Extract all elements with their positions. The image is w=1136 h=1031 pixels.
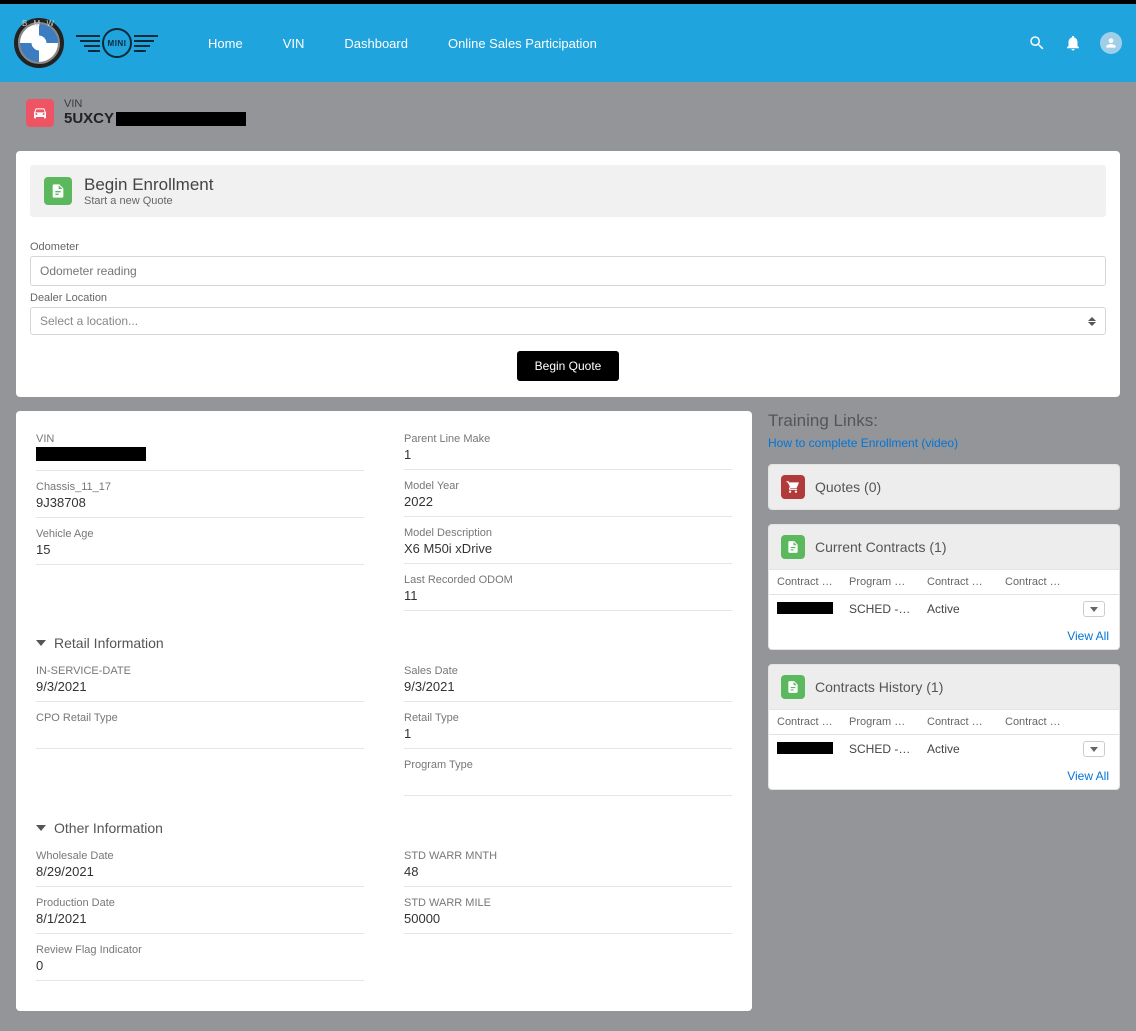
table-row[interactable]: SCHED - 36 ... Active <box>769 595 1119 623</box>
training-link[interactable]: How to complete Enrollment (video) <box>768 436 958 450</box>
search-icon[interactable] <box>1028 34 1046 52</box>
field-label: Production Date <box>36 897 364 909</box>
field-value: 1 <box>404 726 732 742</box>
retail-section-toggle[interactable]: Retail Information <box>36 635 732 651</box>
training-title: Training Links: <box>768 411 1120 431</box>
form-icon <box>44 177 72 205</box>
table-row[interactable]: SCHED - 36 ... Active <box>769 735 1119 763</box>
field-value: 9/3/2021 <box>404 679 732 695</box>
header: MINI Home VIN Dashboard Online Sales Par… <box>0 4 1136 82</box>
field-value: 0 <box>36 958 364 974</box>
dealer-location-placeholder: Select a location... <box>40 314 138 328</box>
field-value: 9/3/2021 <box>36 679 364 695</box>
odometer-label: Odometer <box>30 241 1106 253</box>
cell-value: Active <box>919 736 997 762</box>
vin-label: VIN <box>64 98 246 110</box>
vehicle-info-panel: VIN Chassis_11_17 9J38708 Vehicle Age 15 P… <box>16 411 752 1011</box>
field-value <box>36 726 364 742</box>
field-label: Review Flag Indicator <box>36 944 364 956</box>
field-value: 9J38708 <box>36 495 364 511</box>
vin-redacted <box>116 112 246 126</box>
user-avatar-icon[interactable] <box>1100 32 1122 54</box>
side-column: Training Links: How to complete Enrollme… <box>768 411 1120 790</box>
field-label: VIN <box>36 433 364 445</box>
vin-value: 5UXCY <box>64 110 246 127</box>
view-all-link[interactable]: View All <box>1067 769 1109 783</box>
odometer-input[interactable] <box>30 256 1106 286</box>
chevron-down-icon <box>1090 607 1098 612</box>
row-menu-button[interactable] <box>1083 601 1105 617</box>
bmw-logo-icon <box>14 18 64 68</box>
cart-icon <box>781 475 805 499</box>
contracts-history-title: Contracts History (1) <box>815 679 943 695</box>
field-label: Chassis_11_17 <box>36 481 364 493</box>
cell-value: SCHED - 36 ... <box>841 596 919 622</box>
field-value: X6 M50i xDrive <box>404 541 732 557</box>
vin-strip: VIN 5UXCY <box>0 82 1136 137</box>
field-value: 15 <box>36 542 364 558</box>
enrollment-subtitle: Start a new Quote <box>84 195 213 207</box>
document-icon <box>781 675 805 699</box>
field-label: IN-SERVICE-DATE <box>36 665 364 677</box>
field-label: Parent Line Make <box>404 433 732 445</box>
contract-number-redacted <box>777 602 833 614</box>
document-icon <box>781 535 805 559</box>
car-icon <box>26 99 54 127</box>
main-nav: Home VIN Dashboard Online Sales Particip… <box>208 36 597 51</box>
chevron-down-icon <box>36 640 46 646</box>
dealer-location-select[interactable]: Select a location... <box>30 307 1106 335</box>
cell-value: SCHED - 36 ... <box>841 736 919 762</box>
quotes-card: Quotes (0) <box>768 464 1120 510</box>
bell-icon[interactable] <box>1064 34 1082 52</box>
quotes-title: Quotes (0) <box>815 479 881 495</box>
field-value: 8/29/2021 <box>36 864 364 880</box>
enrollment-title: Begin Enrollment <box>84 175 213 195</box>
field-value <box>404 773 732 789</box>
field-label: CPO Retail Type <box>36 712 364 724</box>
table-header: Contract N...Program Na...Contract Sta..… <box>769 569 1119 595</box>
other-section-toggle[interactable]: Other Information <box>36 820 732 836</box>
current-contracts-title: Current Contracts (1) <box>815 539 946 555</box>
field-value: 50000 <box>404 911 732 927</box>
field-value: 1 <box>404 447 732 463</box>
field-label: Wholesale Date <box>36 850 364 862</box>
field-label: Retail Type <box>404 712 732 724</box>
row-menu-button[interactable] <box>1083 741 1105 757</box>
field-label: STD WARR MNTH <box>404 850 732 862</box>
field-label: STD WARR MILE <box>404 897 732 909</box>
contracts-history-card: Contracts History (1) Contract N...Progr… <box>768 664 1120 790</box>
field-label: Vehicle Age <box>36 528 364 540</box>
dealer-location-label: Dealer Location <box>30 292 1106 304</box>
mini-logo-icon: MINI <box>76 28 158 58</box>
chevron-down-icon <box>1090 747 1098 752</box>
contract-number-redacted <box>777 742 833 754</box>
enrollment-panel: Begin Enrollment Start a new Quote Odome… <box>16 151 1120 397</box>
nav-vin[interactable]: VIN <box>283 36 305 51</box>
nav-dashboard[interactable]: Dashboard <box>344 36 408 51</box>
field-label: Model Description <box>404 527 732 539</box>
field-label: Sales Date <box>404 665 732 677</box>
begin-quote-button[interactable]: Begin Quote <box>517 351 620 381</box>
nav-osp[interactable]: Online Sales Participation <box>448 36 597 51</box>
field-value: 2022 <box>404 494 732 510</box>
field-label: Program Type <box>404 759 732 771</box>
field-label: Last Recorded ODOM <box>404 574 732 586</box>
vin-redacted-value <box>36 447 146 461</box>
chevron-down-icon <box>36 825 46 831</box>
select-stepper-icon <box>1088 317 1096 326</box>
field-value: 8/1/2021 <box>36 911 364 927</box>
field-value: 48 <box>404 864 732 880</box>
table-header: Contract N...Program Na...Contract Sta..… <box>769 709 1119 735</box>
cell-value: Active <box>919 596 997 622</box>
field-value: 11 <box>404 588 732 604</box>
nav-home[interactable]: Home <box>208 36 243 51</box>
enrollment-header: Begin Enrollment Start a new Quote <box>30 165 1106 217</box>
field-label: Model Year <box>404 480 732 492</box>
view-all-link[interactable]: View All <box>1067 629 1109 643</box>
current-contracts-card: Current Contracts (1) Contract N...Progr… <box>768 524 1120 650</box>
